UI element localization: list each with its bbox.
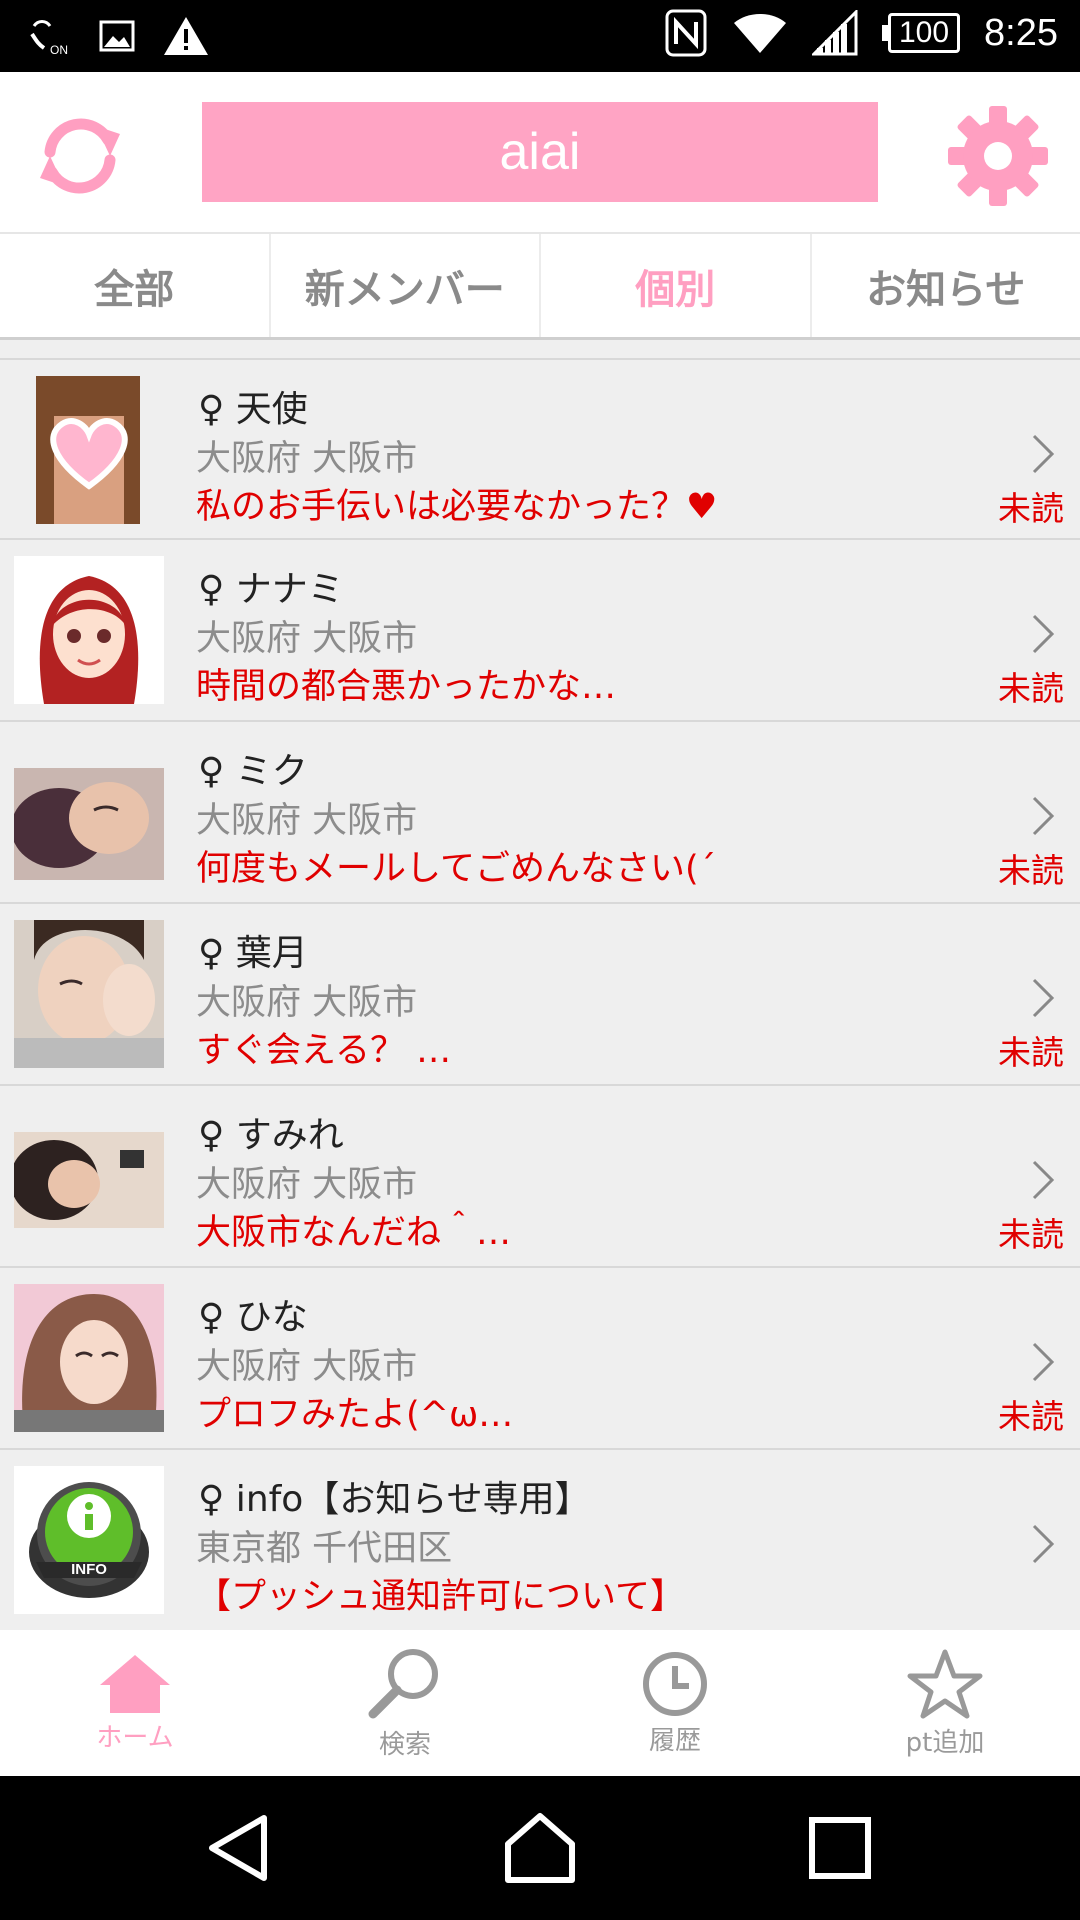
sender-location: 大阪府 大阪市 — [196, 439, 418, 479]
sender-location: 大阪府 大阪市 — [196, 801, 418, 841]
sender-name: ♀ すみれ — [198, 1115, 344, 1156]
message-preview: すぐ会える？ … — [196, 1031, 452, 1071]
unread-badge: 未読 — [998, 669, 1064, 708]
unread-badge: 未読 — [998, 489, 1064, 528]
message-list: ♀ 天使 大阪府 大阪市 私のお手伝いは必要なかった？♥ 未読 ♀ ナナミ 大阪… — [0, 358, 1080, 1632]
svg-text:ON: ON — [50, 43, 68, 57]
message-preview: 何度もメールしてごめんなさい(´ — [196, 849, 717, 889]
clock-icon — [643, 1651, 707, 1716]
info-badge-text: INFO — [71, 1561, 107, 1578]
avatar — [14, 376, 164, 524]
warning-icon — [164, 17, 208, 55]
avatar — [14, 738, 164, 886]
message-preview: プロフみたよ(^ω… — [196, 1395, 514, 1435]
wifi-icon — [733, 14, 786, 53]
status-left-icons: ON — [28, 14, 210, 58]
tab-individual[interactable]: 個別 — [541, 234, 812, 337]
message-preview: 私のお手伝いは必要なかった？♥ — [196, 487, 718, 527]
avatar — [14, 556, 164, 704]
sender-name: ♀ 葉月 — [198, 933, 308, 974]
clock: 8:25 — [984, 11, 1058, 54]
home-icon[interactable] — [502, 1810, 578, 1886]
message-row[interactable]: INFO ♀ info【お知らせ専用】 東京都 千代田区 【プッシュ通知許可につ… — [0, 1450, 1080, 1632]
sender-location: 大阪府 大阪市 — [196, 619, 418, 659]
sender-location: 東京都 千代田区 — [196, 1529, 453, 1569]
search-icon — [368, 1648, 438, 1718]
app-screen: aiai 全部 新メンバー 個別 お知らせ ♀ 天使 大阪府 大阪市 私のお手伝… — [0, 72, 1080, 1776]
battery-level: 100 — [887, 13, 961, 53]
signal-icon — [811, 10, 858, 56]
message-row[interactable]: ♀ ひな 大阪府 大阪市 プロフみたよ(^ω… 未読 — [0, 1268, 1080, 1450]
recents-icon[interactable] — [802, 1810, 878, 1886]
chevron-right-icon — [1032, 796, 1055, 836]
battery-indicator: 100 — [881, 13, 961, 53]
chevron-right-icon — [1032, 1160, 1055, 1200]
unread-badge: 未読 — [998, 1397, 1064, 1436]
sender-location: 大阪府 大阪市 — [196, 983, 418, 1023]
home-icon — [100, 1654, 170, 1713]
nav-add-points-label: pt追加 — [905, 1727, 985, 1758]
message-preview: 【プッシュ通知許可について】 — [196, 1577, 685, 1617]
nav-home-label: ホーム — [96, 1722, 174, 1753]
message-preview: 時間の都合悪かったかな… — [196, 667, 617, 707]
nav-add-points[interactable]: pt追加 — [810, 1630, 1080, 1776]
unread-badge: 未読 — [998, 1215, 1064, 1254]
chevron-right-icon — [1032, 1524, 1055, 1564]
image-icon — [99, 20, 135, 52]
gear-icon[interactable] — [946, 104, 1050, 208]
chevron-right-icon — [1032, 978, 1055, 1018]
sender-name: ♀ ナナミ — [198, 569, 344, 610]
message-preview: 大阪市なんだね＾… — [196, 1213, 512, 1253]
chevron-right-icon — [1032, 434, 1055, 474]
status-right-icons: 100 8:25 — [664, 8, 1058, 58]
sender-location: 大阪府 大阪市 — [196, 1347, 418, 1387]
star-icon — [907, 1649, 983, 1718]
avatar — [14, 1284, 164, 1432]
back-icon[interactable] — [202, 1810, 278, 1886]
message-row[interactable]: ♀ 葉月 大阪府 大阪市 すぐ会える？ … 未読 — [0, 904, 1080, 1086]
nav-search[interactable]: 検索 — [270, 1630, 540, 1776]
nav-history[interactable]: 履歴 — [540, 1630, 810, 1776]
chevron-right-icon — [1032, 1342, 1055, 1382]
sender-name: ♀ ひな — [198, 1297, 308, 1338]
status-bar: ON 100 8:25 — [0, 0, 1080, 72]
sender-name: ♀ 天使 — [198, 389, 308, 430]
app-title-bar: aiai — [202, 102, 878, 202]
sender-name: ♀ ミク — [198, 751, 308, 792]
message-row[interactable]: ♀ すみれ 大阪府 大阪市 大阪市なんだね＾… 未読 — [0, 1086, 1080, 1268]
tab-notices[interactable]: お知らせ — [812, 234, 1080, 337]
nfc-on-icon: ON — [30, 20, 68, 57]
avatar — [14, 920, 164, 1068]
sender-name: ♀ info【お知らせ専用】 — [198, 1479, 591, 1520]
bottom-navigation: ホーム 検索 履歴 pt追加 — [0, 1630, 1080, 1776]
message-row[interactable]: ♀ 天使 大阪府 大阪市 私のお手伝いは必要なかった？♥ 未読 — [0, 358, 1080, 540]
tab-new-members[interactable]: 新メンバー — [271, 234, 541, 337]
app-header: aiai — [0, 72, 1080, 232]
unread-badge: 未読 — [998, 851, 1064, 890]
message-row[interactable]: ♀ ミク 大阪府 大阪市 何度もメールしてごめんなさい(´ 未読 — [0, 722, 1080, 904]
nfc-icon — [665, 9, 707, 57]
tab-bar: 全部 新メンバー 個別 お知らせ — [0, 232, 1080, 340]
refresh-icon[interactable] — [32, 108, 128, 204]
tab-all[interactable]: 全部 — [0, 234, 271, 337]
app-title: aiai — [499, 123, 581, 181]
system-navigation-bar — [0, 1776, 1080, 1920]
nav-search-label: 検索 — [378, 1729, 431, 1760]
chevron-right-icon — [1032, 614, 1055, 654]
avatar — [14, 1102, 164, 1250]
info-avatar: INFO — [14, 1466, 164, 1614]
nav-home[interactable]: ホーム — [0, 1630, 270, 1776]
sender-location: 大阪府 大阪市 — [196, 1165, 418, 1205]
unread-badge: 未読 — [998, 1033, 1064, 1072]
nav-history-label: 履歴 — [648, 1725, 701, 1756]
message-row[interactable]: ♀ ナナミ 大阪府 大阪市 時間の都合悪かったかな… 未読 — [0, 540, 1080, 722]
